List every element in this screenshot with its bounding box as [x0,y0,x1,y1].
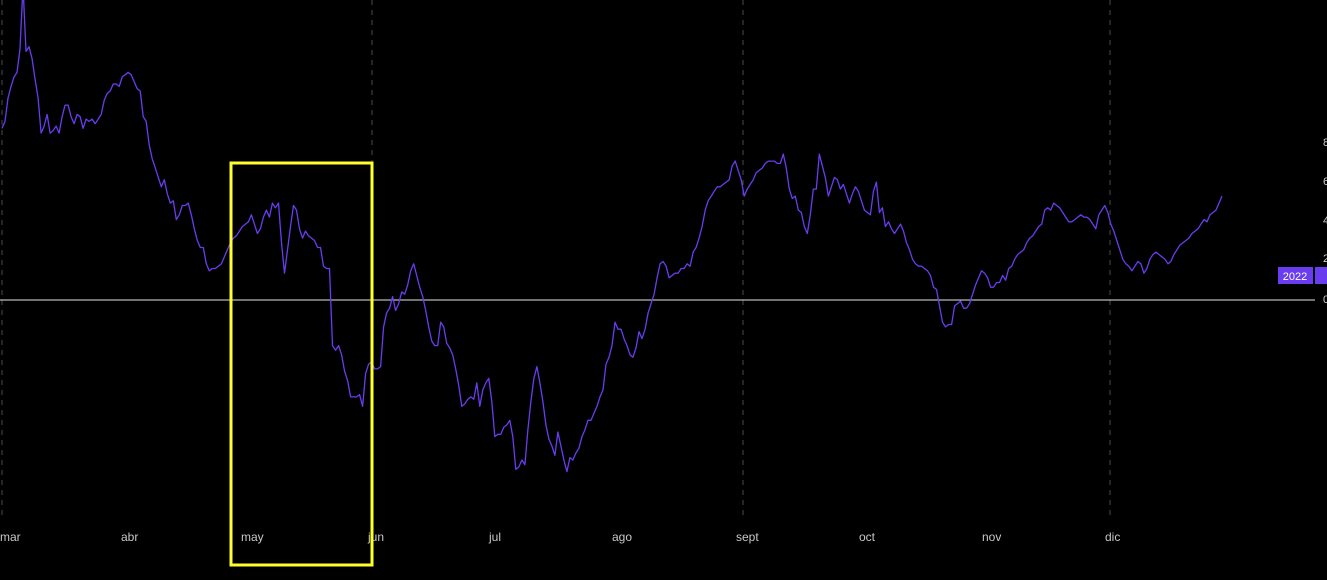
x-tick-label-ago: ago [612,530,632,544]
right-axis-tick-4: 2 [1323,253,1327,265]
x-tick-label-jul: jul [488,530,501,544]
x-tick-label-oct: oct [859,530,876,544]
x-tick-label-may: may [241,530,264,544]
right-axis-tick-1: 8 [1323,137,1327,149]
x-tick-label-sept: sept [736,530,759,544]
series-line-2022 [1,0,1223,473]
x-tick-label-mar: mar [0,530,21,544]
x-tick-label-dic: dic [1105,530,1120,544]
price-chart: mar abr may jun jul ago sept oct nov dic 8 6 4 2 0 20… [0,0,1327,567]
x-tick-label-jun: jun [367,530,384,544]
series-tag-badge-edge [1315,267,1327,284]
x-axis-month-labels: mar abr may jun jul ago sept oct nov dic [0,530,1120,544]
right-axis-tick-5: 0 [1323,294,1327,306]
series-tag: 2022 [1278,267,1327,284]
x-tick-label-nov: nov [982,530,1001,544]
right-axis-tick-3: 4 [1323,215,1327,227]
x-tick-label-abr: abr [121,530,138,544]
right-axis-tick-2: 6 [1323,176,1327,188]
highlight-box [229,161,374,567]
series-tag-label: 2022 [1283,271,1307,283]
